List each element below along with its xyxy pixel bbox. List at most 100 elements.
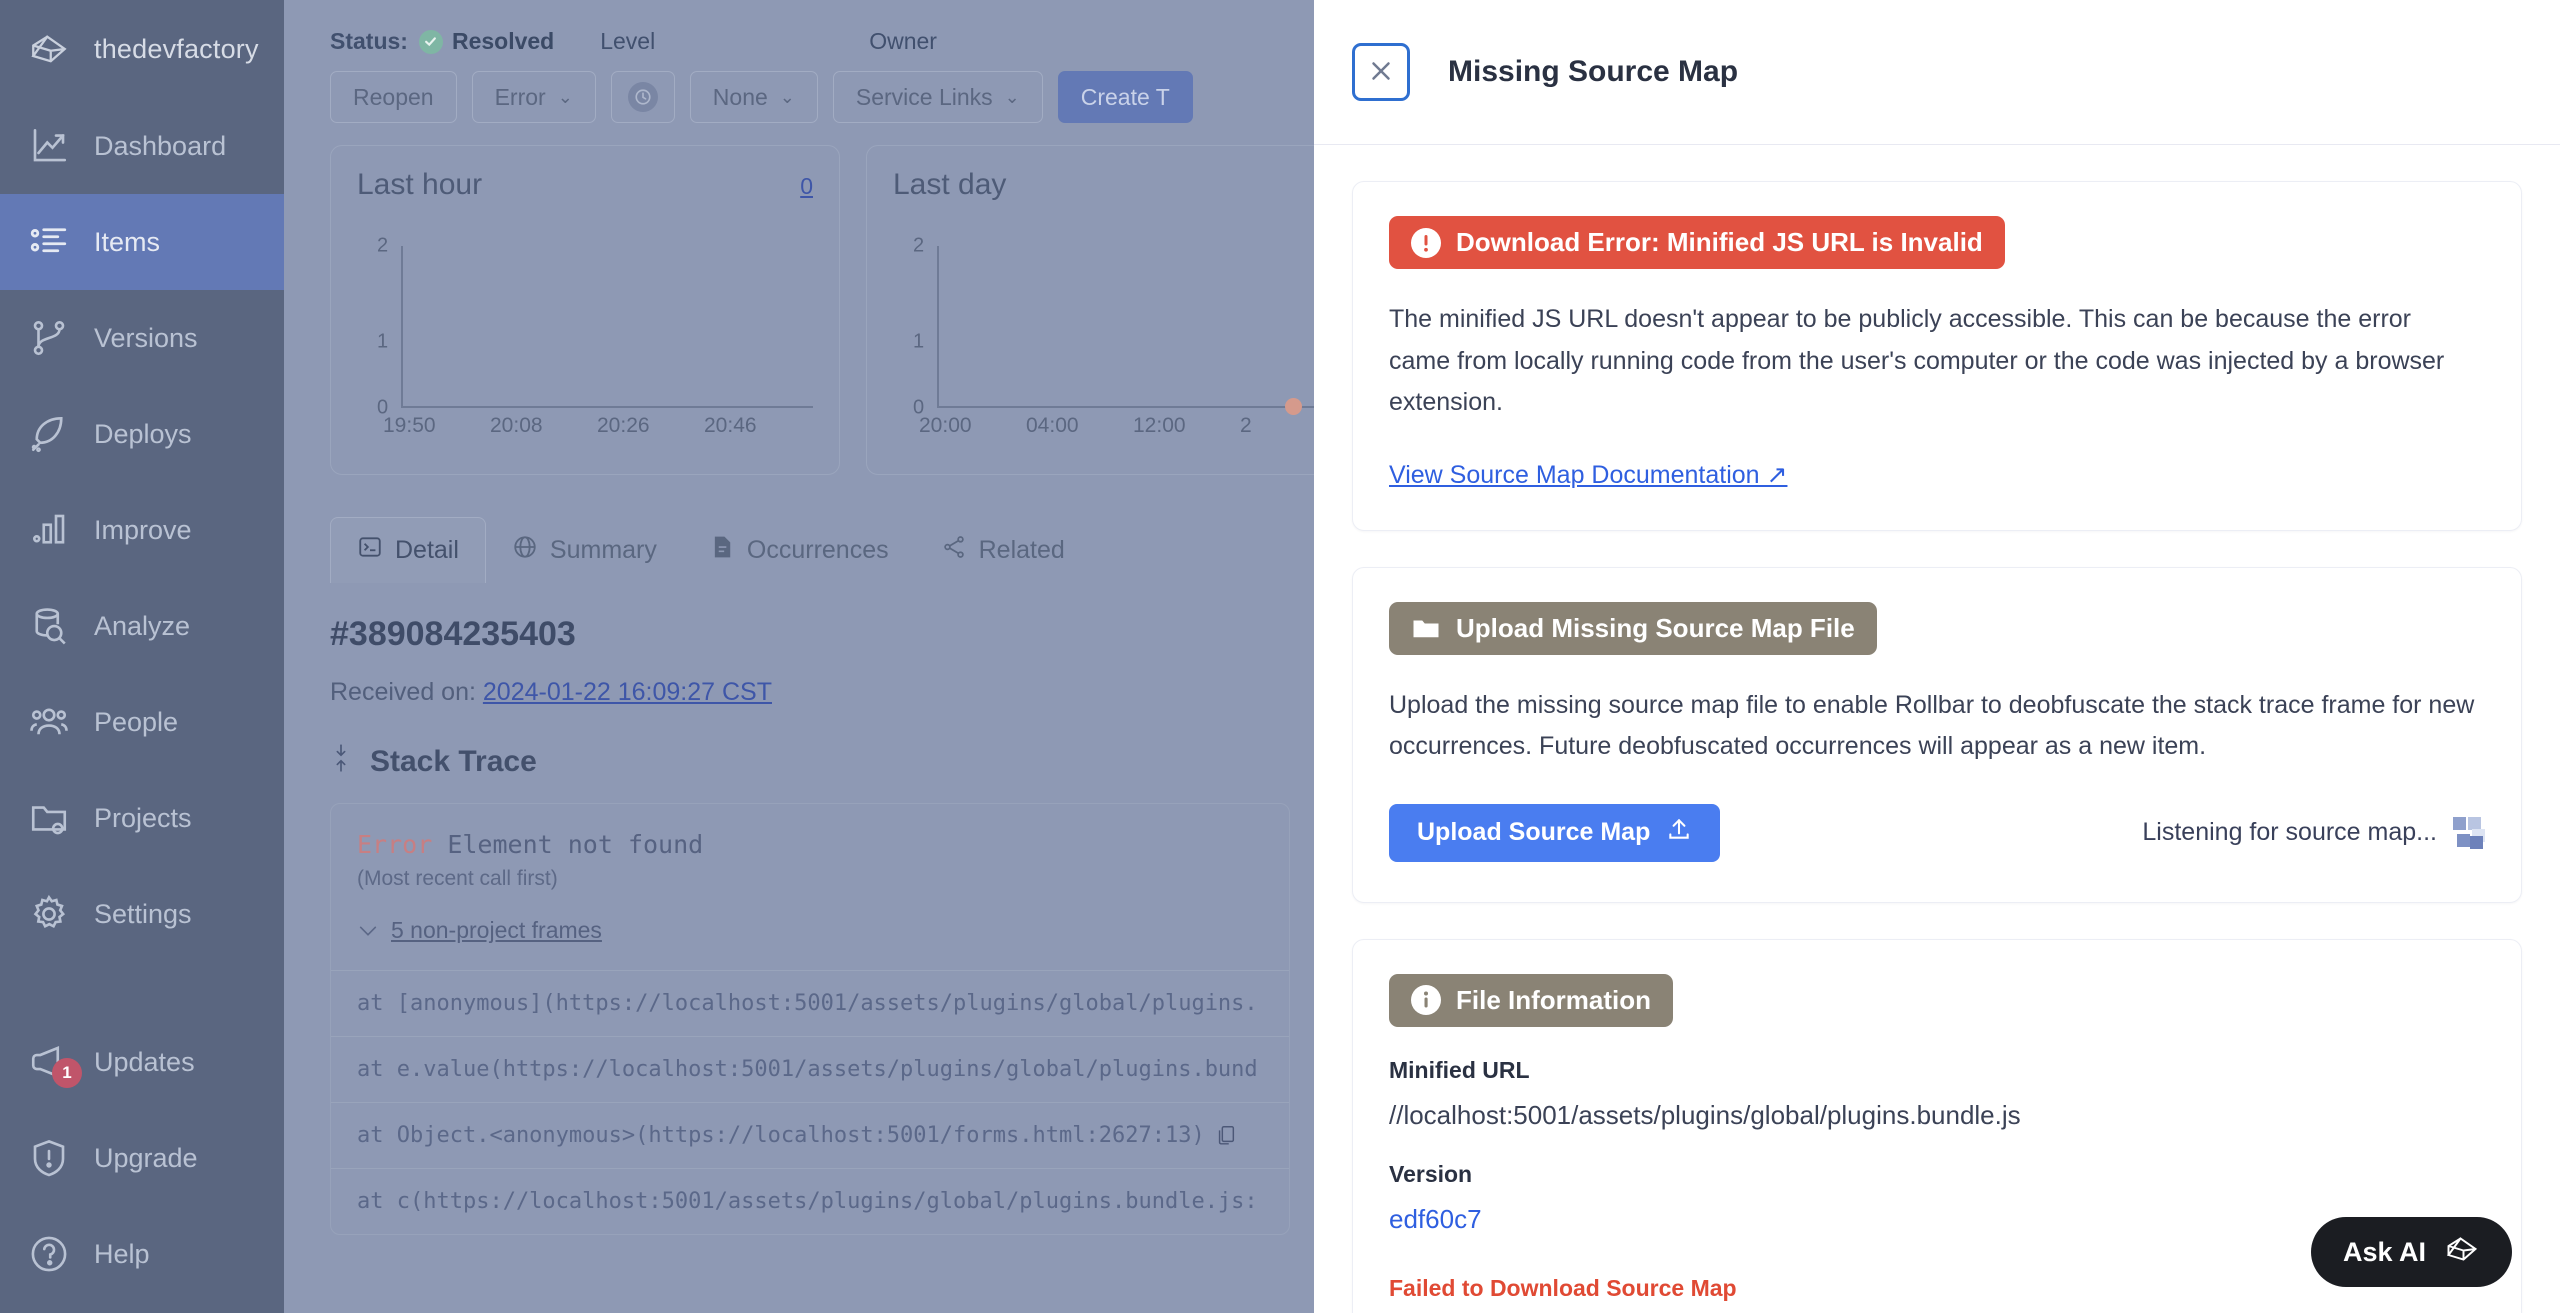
sidebar-item-projects[interactable]: Projects: [0, 770, 284, 866]
stack-frame-row[interactable]: at Object.<anonymous>(https://localhost:…: [331, 1102, 1289, 1168]
alert-circle-icon: [1411, 227, 1441, 258]
bar-chart-icon: [26, 507, 72, 553]
panel-body: Download Error: Minified JS URL is Inval…: [1314, 145, 2560, 1313]
branch-icon: [26, 315, 72, 361]
stack-frame-row[interactable]: at [anonymous](https://localhost:5001/as…: [331, 970, 1289, 1036]
chevron-down-icon: ⌄: [557, 86, 573, 107]
tab-detail[interactable]: Detail: [330, 517, 486, 583]
download-error-chip-label: Download Error: Minified JS URL is Inval…: [1456, 227, 1983, 257]
tab-summary[interactable]: Summary: [486, 518, 683, 583]
sidebar-item-updates[interactable]: 1 Updates: [0, 1014, 284, 1110]
sidebar-user[interactable]: nicokruger: [0, 1302, 284, 1313]
received-timestamp-link[interactable]: 2024-01-22 16:09:27 CST: [483, 678, 772, 706]
sidebar-item-deploys[interactable]: Deploys: [0, 386, 284, 482]
upload-source-map-chip-label: Upload Missing Source Map File: [1456, 612, 1855, 643]
sidebar: thedevfactory Dashboard Items Versions D…: [0, 0, 284, 1313]
cube-icon: [2444, 1231, 2480, 1274]
item-status-row: Status: Resolved Level Owner: [310, 0, 1314, 65]
non-project-frames-toggle[interactable]: 5 non-project frames: [331, 891, 1289, 970]
sidebar-item-help[interactable]: Help: [0, 1206, 284, 1302]
panel-title: Missing Source Map: [1448, 55, 1739, 88]
rocket-icon: [26, 411, 72, 457]
sidebar-item-analyze[interactable]: Analyze: [0, 578, 284, 674]
copy-icon[interactable]: [1215, 1124, 1237, 1148]
terminal-icon: [357, 534, 383, 567]
tab-label: Summary: [549, 536, 657, 564]
x-tick: 20:00: [919, 414, 972, 437]
upload-source-map-button[interactable]: Upload Source Map: [1389, 803, 1721, 862]
chart-line-icon: [26, 123, 72, 169]
sidebar-item-upgrade[interactable]: Upgrade: [0, 1110, 284, 1206]
chart-card-last-hour: Last hour 0 2 1 0 19:50 20:08 20:26 20:4…: [330, 145, 840, 475]
detail-tabs: Detail Summary Occurrences Related: [310, 475, 1314, 583]
close-panel-button[interactable]: [1352, 43, 1410, 101]
stack-frame-text: at c(https://localhost:5001/assets/plugi…: [357, 1189, 1258, 1214]
snooze-button[interactable]: [610, 71, 675, 123]
stack-frame-text: at [anonymous](https://localhost:5001/as…: [357, 991, 1258, 1016]
sidebar-item-label: Upgrade: [94, 1142, 198, 1173]
sidebar-item-label: Help: [94, 1238, 150, 1269]
sidebar-item-improve[interactable]: Improve: [0, 482, 284, 578]
tab-related[interactable]: Related: [915, 518, 1091, 583]
minified-url-value: //localhost:5001/assets/plugins/global/p…: [1389, 1099, 2021, 1130]
download-error-card: Download Error: Minified JS URL is Inval…: [1352, 181, 2522, 531]
page-title: #389084235403: [330, 615, 576, 653]
version-label: Version: [1389, 1160, 1473, 1187]
sidebar-item-label: Versions: [94, 322, 198, 353]
chart-count-link[interactable]: 0: [800, 173, 813, 200]
chart-title: Last day: [893, 168, 1007, 201]
level-select[interactable]: Error ⌄: [471, 71, 596, 123]
x-tick: 20:26: [597, 414, 650, 437]
reopen-button-label: Reopen: [353, 83, 434, 110]
download-error-chip: Download Error: Minified JS URL is Inval…: [1389, 216, 2005, 269]
sidebar-item-versions[interactable]: Versions: [0, 290, 284, 386]
rollbar-logo-icon: [26, 26, 72, 72]
sidebar-item-dashboard[interactable]: Dashboard: [0, 98, 284, 194]
sidebar-item-items[interactable]: Items: [0, 194, 284, 290]
chart-plot: 2 1 0 19:50 20:08 20:26 20:46: [357, 235, 813, 438]
sidebar-item-label: Projects: [94, 802, 192, 833]
source-map-documentation-link[interactable]: View Source Map Documentation ↗: [1389, 460, 1787, 490]
status-badge: Resolved: [451, 28, 555, 54]
sidebar-item-people[interactable]: People: [0, 674, 284, 770]
app-root: thedevfactory Dashboard Items Versions D…: [0, 0, 2560, 1313]
close-icon: [1366, 56, 1396, 89]
stack-error-message: Element not found: [447, 830, 704, 859]
sidebar-item-label: Updates: [94, 1046, 195, 1077]
chart-data-point: [1285, 398, 1302, 415]
stack-frame-row[interactable]: at e.value(https://localhost:5001/assets…: [331, 1036, 1289, 1102]
clock-icon: [627, 82, 658, 112]
question-circle-icon: [26, 1231, 72, 1277]
stack-trace-box: Error Element not found (Most recent cal…: [330, 803, 1290, 1235]
share-icon: [941, 534, 967, 567]
level-label: Level: [600, 28, 656, 54]
main-content: Status: Resolved Level Owner Reopen Erro…: [284, 0, 1314, 1313]
x-tick: 20:46: [704, 414, 757, 437]
create-ticket-button[interactable]: Create T: [1057, 71, 1193, 123]
sidebar-brand[interactable]: thedevfactory: [0, 0, 284, 98]
chevron-down-icon: ⌄: [1004, 86, 1020, 107]
sidebar-item-label: Deploys: [94, 418, 192, 449]
gear-icon: [26, 891, 72, 937]
y-tick: 2: [913, 234, 925, 257]
stack-trace-header[interactable]: Stack Trace: [310, 707, 1314, 781]
stack-error-type: Error: [357, 830, 433, 859]
globe-icon: [512, 534, 538, 567]
folder-icon: [1411, 613, 1441, 643]
ask-ai-button[interactable]: Ask AI: [2310, 1217, 2512, 1287]
tab-occurrences[interactable]: Occurrences: [683, 518, 915, 583]
reopen-button[interactable]: Reopen: [330, 71, 457, 123]
sidebar-item-label: Settings: [94, 898, 192, 929]
database-search-icon: [26, 603, 72, 649]
sidebar-brand-label: thedevfactory: [94, 33, 259, 64]
sidebar-item-settings[interactable]: Settings: [0, 866, 284, 962]
tab-label: Related: [978, 536, 1065, 564]
stack-frame-row[interactable]: at c(https://localhost:5001/assets/plugi…: [331, 1168, 1289, 1234]
y-tick: 1: [377, 330, 389, 353]
owner-select[interactable]: None ⌄: [689, 71, 818, 123]
sidebar-item-label: People: [94, 706, 179, 737]
service-links-select[interactable]: Service Links ⌄: [832, 71, 1043, 123]
collapse-arrows-icon: [330, 743, 352, 781]
upload-icon: [1666, 816, 1692, 849]
